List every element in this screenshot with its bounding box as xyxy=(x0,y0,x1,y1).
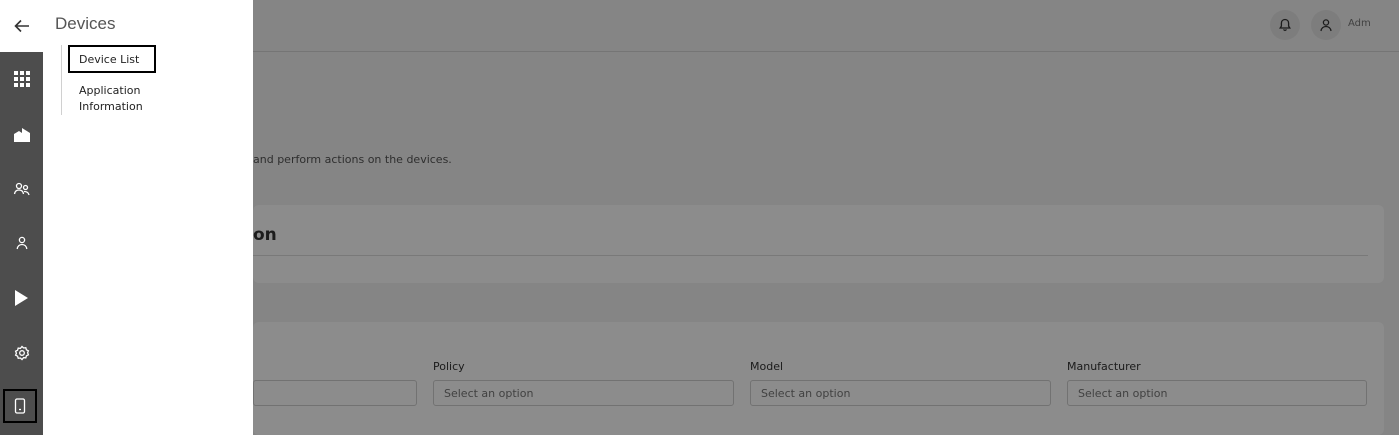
back-arrow-icon xyxy=(13,19,29,33)
back-button[interactable] xyxy=(0,0,43,52)
settings-icon xyxy=(14,345,29,361)
rail-item-devices[interactable] xyxy=(3,389,37,423)
nav-item-device-list[interactable]: Device List xyxy=(68,45,156,73)
rail-item-users[interactable] xyxy=(0,171,43,207)
home-icon xyxy=(13,128,30,142)
person-icon xyxy=(16,236,27,250)
rail-item-settings[interactable] xyxy=(0,335,43,371)
users-icon xyxy=(13,182,30,196)
rail-item-home[interactable] xyxy=(0,116,43,152)
icon-rail xyxy=(0,0,43,435)
rail-item-apps-store[interactable] xyxy=(0,280,43,316)
device-icon xyxy=(14,398,26,414)
rail-item-apps[interactable] xyxy=(0,61,43,97)
play-store-icon xyxy=(14,290,28,306)
panel-title: Devices xyxy=(55,14,116,33)
rail-item-user[interactable] xyxy=(0,225,43,261)
nav-tree-line xyxy=(61,45,62,115)
devices-flyout: Devices Device List Application Informat… xyxy=(43,0,253,435)
apps-grid-icon xyxy=(13,71,30,87)
nav-item-application-information[interactable]: Application Information xyxy=(79,83,189,115)
